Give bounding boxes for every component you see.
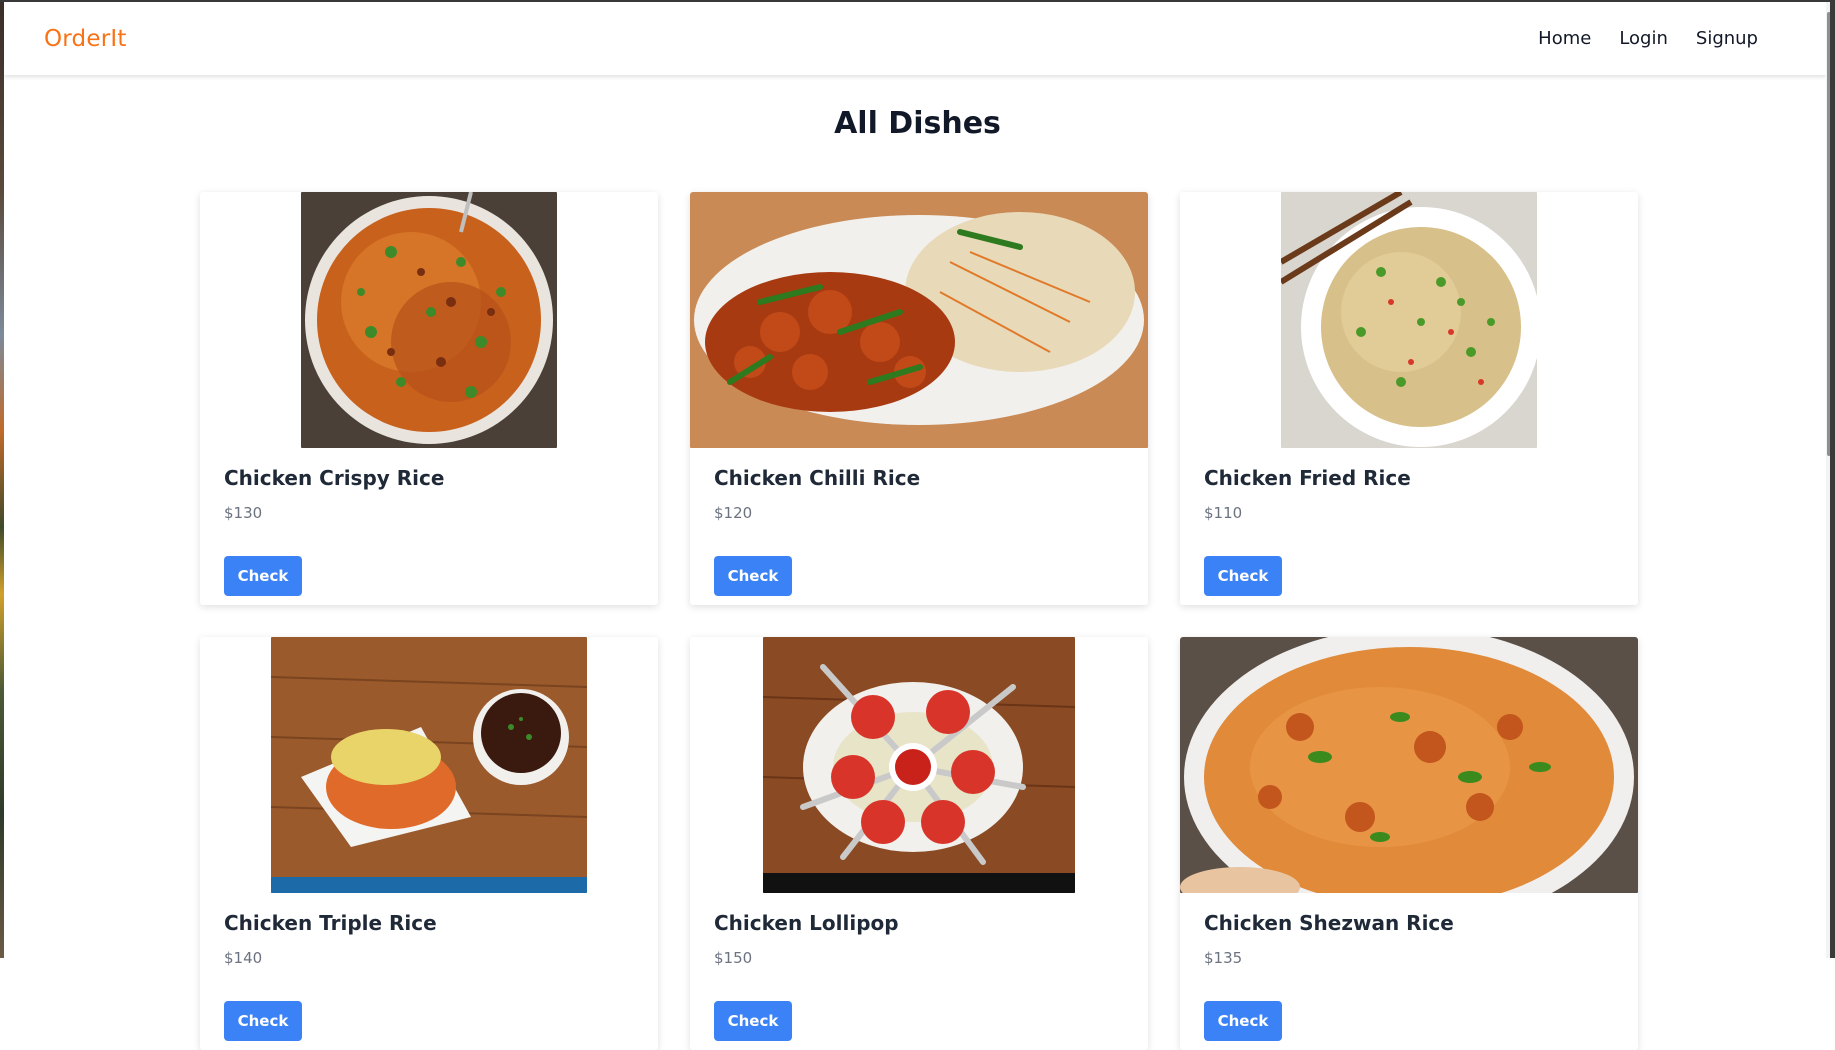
dish-image	[271, 637, 587, 893]
page-title: All Dishes	[834, 106, 1001, 141]
dish-name: Chicken Lollipop	[714, 911, 899, 935]
nav-signup-link[interactable]: Signup	[1696, 28, 1758, 49]
nav-links: Home Login Signup	[1538, 28, 1758, 49]
nav-login-link[interactable]: Login	[1619, 28, 1668, 49]
check-button[interactable]: Check	[224, 556, 302, 596]
dish-image	[763, 637, 1075, 893]
navbar: OrderIt Home Login Signup	[4, 2, 1826, 75]
dish-image	[1180, 637, 1638, 893]
dish-card: Chicken Chilli Rice $120 Check	[690, 192, 1148, 605]
dish-name: Chicken Fried Rice	[1204, 466, 1411, 490]
dish-card: Chicken Triple Rice $140 Check	[200, 637, 658, 1050]
desktop-background-edge	[0, 0, 4, 958]
nav-home-link[interactable]: Home	[1538, 28, 1591, 49]
dish-card: Chicken Crispy Rice $130 Check	[200, 192, 658, 605]
check-button[interactable]: Check	[714, 1001, 792, 1041]
dish-price: $140	[224, 949, 263, 967]
check-button[interactable]: Check	[1204, 1001, 1282, 1041]
dish-price: $135	[1204, 949, 1243, 967]
dish-card: Chicken Lollipop $150 Check	[690, 637, 1148, 1050]
check-button[interactable]: Check	[224, 1001, 302, 1041]
dish-name: Chicken Crispy Rice	[224, 466, 445, 490]
dish-image	[1281, 192, 1537, 448]
window-right-border	[1830, 0, 1835, 958]
check-button[interactable]: Check	[1204, 556, 1282, 596]
dish-name: Chicken Triple Rice	[224, 911, 437, 935]
brand-logo[interactable]: OrderIt	[44, 26, 127, 52]
dish-name: Chicken Shezwan Rice	[1204, 911, 1454, 935]
dish-price: $150	[714, 949, 753, 967]
dish-price: $120	[714, 504, 753, 522]
dish-image	[301, 192, 557, 448]
dish-card: Chicken Fried Rice $110 Check	[1180, 192, 1638, 605]
dish-price: $130	[224, 504, 263, 522]
dish-card: Chicken Shezwan Rice $135 Check	[1180, 637, 1638, 1050]
dish-grid: Chicken Crispy Rice $130 Check Chicken C…	[200, 192, 1640, 1050]
check-button[interactable]: Check	[714, 556, 792, 596]
dish-name: Chicken Chilli Rice	[714, 466, 921, 490]
dish-price: $110	[1204, 504, 1243, 522]
dish-image	[690, 192, 1148, 448]
